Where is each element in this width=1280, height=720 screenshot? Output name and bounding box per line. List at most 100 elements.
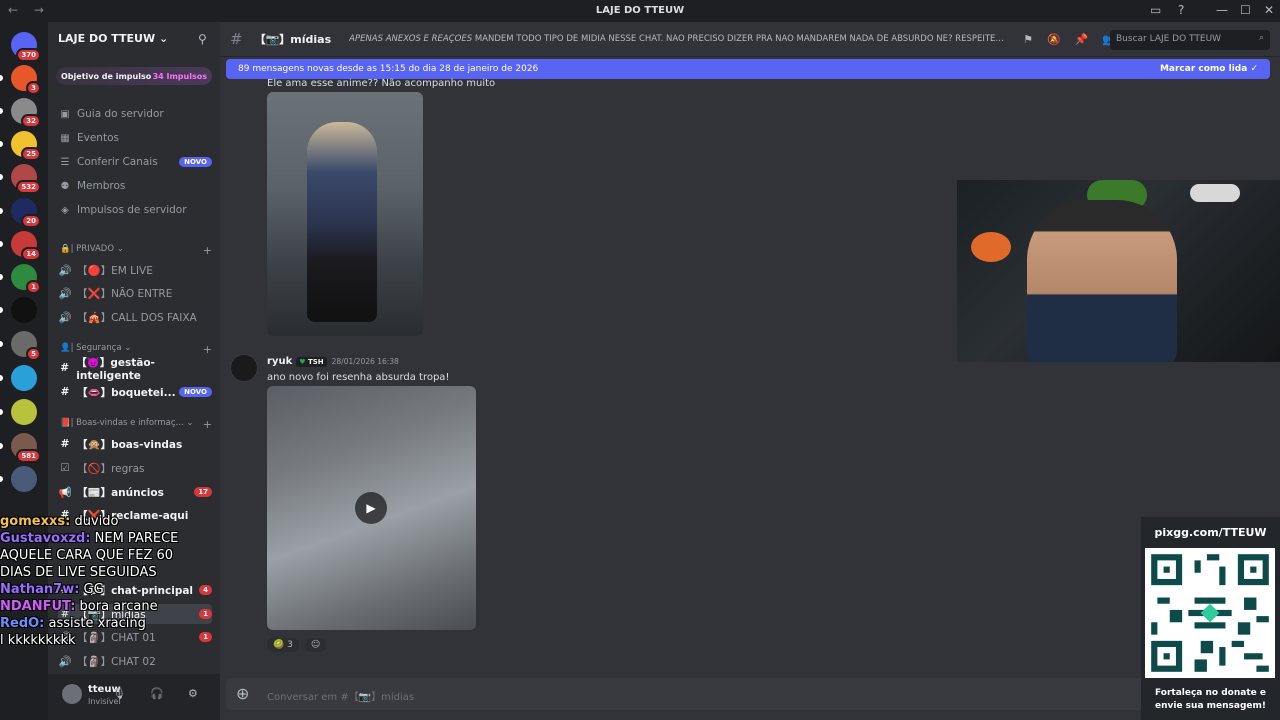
channel-label: 【🚫】regras [77,462,145,475]
new-messages-bar[interactable]: 89 mensagens novas desde as 15:15 do dia… [226,59,1270,79]
home-icon[interactable]: 370 [11,32,41,62]
message-input[interactable]: ⊕ Conversar em #【📷】mídias [226,678,1270,710]
mention-badge: 1 [199,632,212,642]
nav-item-icon: ▦ [60,132,70,144]
unread-indicator [0,274,3,280]
channel-item[interactable]: 🔊 【❌】NÃO ENTRE [58,283,212,303]
server-icon[interactable] [11,466,37,492]
invite-icon[interactable]: ⚲ [198,32,207,46]
channel-item[interactable]: 🔊 【🎪】CALL DOS FAIXA [58,307,212,327]
microphone-icon[interactable]: 🎙 [112,687,126,700]
channel-type-icon: 🔊 [58,311,72,324]
unread-indicator [0,75,3,81]
reaction-button[interactable]: 🥝 3 [267,638,299,652]
nav-item[interactable]: ▦ Eventos [58,132,212,144]
unread-indicator [0,208,3,214]
author-name[interactable]: ryuk [267,356,292,367]
close-button[interactable]: ✕ [1264,3,1274,17]
category-boas-vindas[interactable]: 📕| Boas-vindas e informaç... ⌄ + [60,418,212,431]
server-icon[interactable] [11,399,37,425]
stream-chat-text: assiste xracing [44,616,146,631]
mute-icon[interactable]: 🔕 [1047,33,1061,46]
channel-item[interactable]: # 【🙊】boas-vindas [58,434,212,454]
nav-item[interactable]: ☰ Conferir Canais NOVO [58,156,212,168]
maximize-button[interactable]: ☐ [1240,3,1251,17]
channel-item[interactable]: # 【👄】boquetei... NOVO [58,382,212,402]
mark-as-read-button[interactable]: Marcar como lida ✓ [1160,64,1258,74]
plus-icon[interactable]: + [203,418,212,431]
nav-item-label: Conferir Canais [77,156,158,168]
unread-indicator [0,341,3,347]
channel-type-icon: 🔊 [58,264,72,277]
plus-icon[interactable]: + [203,244,212,257]
server-icon[interactable]: 5 [11,331,41,361]
server-badge: 581 [16,449,41,463]
reactions: 🥝 3 ☺ [267,638,332,652]
minimize-button[interactable]: — [1216,3,1228,17]
channel-topic[interactable]: APENAS ANEXOS E REAÇÕES MANDEM TODO TIPO… [349,34,1009,44]
category-privado[interactable]: 🔒| PRIVADO ⌄ + [60,244,212,257]
server-icon[interactable]: 3 [11,65,41,95]
server-icon[interactable] [11,297,37,323]
stream-chat-line: NDANFUT: bora arcane [0,599,158,614]
channel-label: 【🙊】boas-vindas [77,438,183,451]
inbox-icon[interactable]: ▭ [1150,3,1161,17]
channel-label: 【👄】boquetei... [77,386,176,399]
nav-item[interactable]: ▣ Guia do servidor [58,108,212,120]
nav-item-icon: ☰ [60,156,70,168]
server-icon[interactable]: 32 [11,98,41,128]
threads-icon[interactable]: ⚑ [1023,33,1033,46]
nav-item-label: Impulsos de servidor [77,204,187,216]
channel-item[interactable]: # 【👿】gestão-inteligente [58,357,212,382]
guild-tag[interactable]: ♥ TSH [296,356,327,367]
server-icon[interactable]: 532 [11,164,41,194]
server-name-label: LAJE DO TTEUW [58,32,156,45]
pin-icon[interactable]: 📌 [1075,33,1089,46]
unread-indicator [0,141,3,147]
mark-as-read-label: Marcar como lida [1159,64,1248,74]
server-icon[interactable]: 1 [11,264,41,294]
server-name[interactable]: LAJE DO TTEUW ⌄ [58,32,168,45]
window-title: LAJE DO TTEUW [595,5,685,16]
avatar[interactable] [230,354,258,382]
unread-indicator [0,409,3,415]
reaction-emoji: 🥝 [273,640,285,650]
search-input[interactable]: Buscar LAJE DO TTEUW ⌕ [1110,30,1270,50]
search-placeholder: Buscar LAJE DO TTEUW [1116,34,1222,44]
car-model-shape [1190,184,1240,202]
server-icon[interactable]: 20 [11,198,41,228]
channel-item[interactable]: ☑ 【🚫】regras [58,458,212,478]
gear-icon[interactable]: ⚙ [188,687,198,700]
avatar[interactable] [62,684,82,704]
server-icon[interactable]: 25 [11,131,41,161]
reaction-count: 3 [287,640,293,650]
play-icon[interactable]: ▶ [355,492,387,524]
donate-url: pixgg.com/TTEUW [1154,526,1267,539]
add-attachment-icon[interactable]: ⊕ [236,684,249,703]
message-placeholder: Conversar em #【📷】mídias [267,692,415,703]
channel-item[interactable]: 📢 【📰】anúncios 17 [58,482,212,502]
boost-goal[interactable]: Objetivo de impulso 34 Impulsos [56,67,212,85]
channel-item[interactable]: 🔊 【🔴】EM LIVE [58,260,212,280]
unread-indicator [0,174,3,180]
discord-window: ← → LAJE DO TTEUW ▭ ? — ☐ ✕ 370 3 32 25 532… [0,0,1280,720]
channel-type-icon: ☑ [60,462,70,474]
server-icon[interactable]: 581 [11,433,41,463]
channel-type-icon: # [60,438,70,450]
help-icon[interactable]: ? [1178,3,1184,17]
mention-badge: 17 [194,487,212,497]
stream-chat-line: gomexxs: duvido [0,514,118,529]
search-icon: ⌕ [1258,33,1264,43]
headphones-icon[interactable]: 🎧 [150,687,164,700]
mention-badge: 1 [199,609,212,619]
image-attachment[interactable] [267,92,423,336]
server-badge: 25 [21,147,41,161]
nav-item[interactable]: ⚉ Membros [58,180,212,192]
video-attachment[interactable]: ▶ [267,386,476,630]
server-icon[interactable] [11,365,37,391]
reaction-button[interactable]: ☺ [304,638,327,652]
nav-item[interactable]: ◈ Impulsos de servidor [58,204,212,216]
server-icon[interactable]: 14 [11,231,41,261]
topic-bold: APENAS ANEXOS E REAÇÕES [349,34,473,44]
stream-chat-text: DIAS DE LIVE SEGUIDAS [0,565,157,580]
